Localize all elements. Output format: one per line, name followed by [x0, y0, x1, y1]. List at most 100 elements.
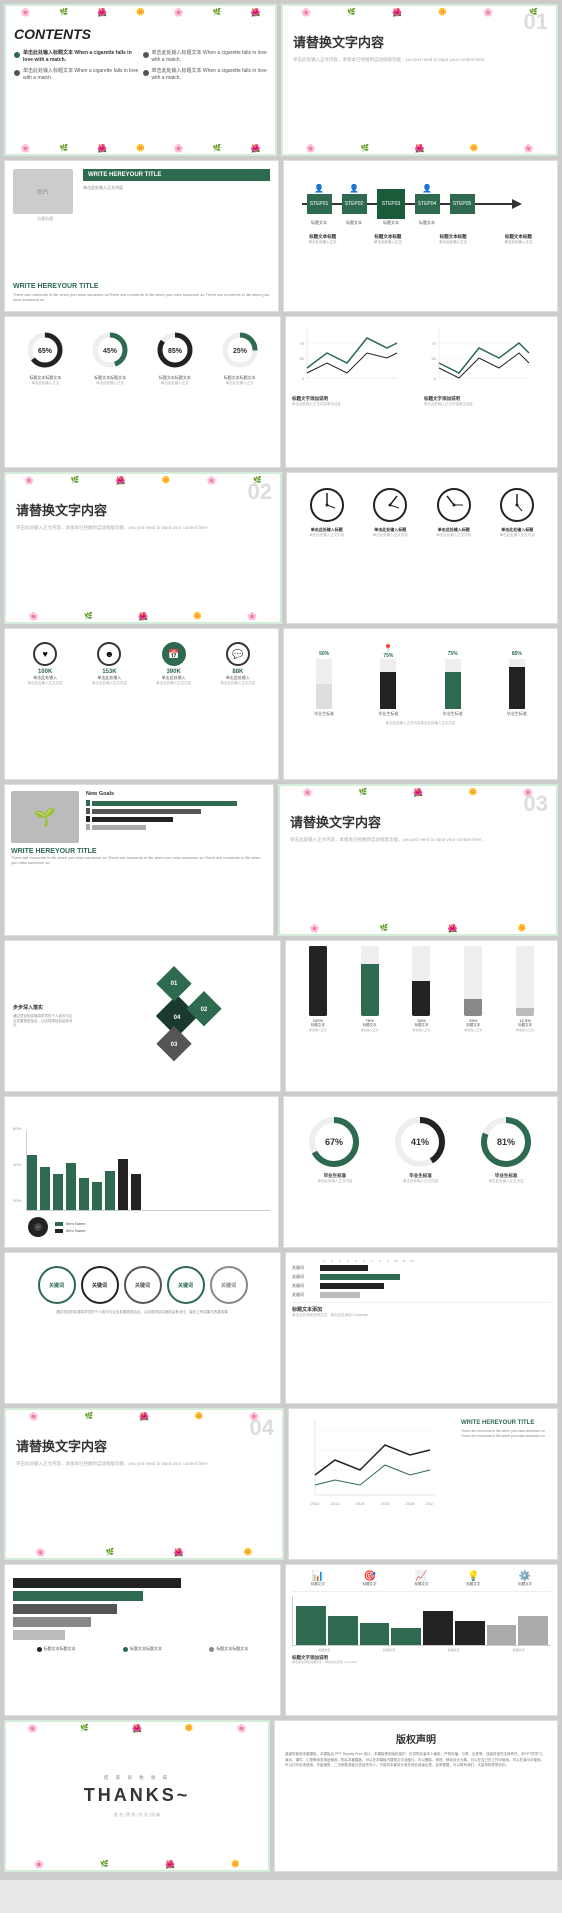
combo-bar-1 [296, 1606, 326, 1645]
svg-text:75: 75 [300, 341, 305, 346]
copyright-title: 版权声明 [285, 1731, 547, 1746]
line-svg-left: 0 50 75 [292, 323, 402, 393]
prog-bottom-text: 单击此处输入正文内容单击此处输入正文内容 [292, 721, 549, 726]
slide-thanks: 🌸🌿🌺🌼🌸 🌸🌿🌺🌼 结 束 语 致 谢 辞 THANKS~ 姓 名 | 院 系… [4, 1720, 270, 1872]
slide-gantt: 1 2 3 4 5 6 7 8 9 10 11 12 关键词 [285, 1252, 558, 1404]
subtitle-01: 单击此处输入正文内容，本版本已经做到自动排版功能，you just need t… [293, 57, 546, 64]
donut3-item-2: 41% 毕业生标准 单击此处输入正文内容 [393, 1115, 448, 1184]
new-goals-title: New Goals [86, 791, 267, 797]
line-chart-right-sub: 单击此处输入正文内容单击此处 [424, 402, 551, 407]
dot-3 [14, 70, 20, 76]
bat-fill-1 [309, 946, 327, 1016]
combo-label-3: 标题文字 [414, 1582, 428, 1587]
stat-sub-1: 单击此处输入正文内容 [23, 681, 68, 686]
gantt-footer-title: 标题文本添加 [292, 1306, 551, 1313]
donut3-svg-3: 81% [479, 1115, 534, 1170]
gantt-x-2: 2 [328, 1259, 336, 1263]
slide-title-03: 🌸🌿🌺🌼🌸 🌸🌿🌺🌼 03 请替换文字内容 单击此处输入正文内容，本版本已经做到… [278, 784, 558, 936]
gantt-x-6: 6 [360, 1259, 368, 1263]
thanks-cn: 结 束 语 致 谢 辞 [104, 1775, 170, 1781]
hbar-fill-1 [13, 1578, 181, 1588]
hbar-fill-3 [13, 1604, 117, 1614]
diamond-svg: 04 01 02 03 [112, 966, 242, 1066]
copyright-text: 感谢您使用本套模板，本模板由 PPT Royalty Free 设计。本模板受到… [285, 1752, 547, 1769]
goal-bar-marker-4 [86, 824, 90, 830]
donut-sub-3: 单击此处输入正文 [155, 381, 195, 386]
title-01: 请替换文字内容 [293, 32, 546, 51]
icon-bar-i2: 🎯 标题文字 [363, 1571, 377, 1587]
combo-y-4: 标题文字 [513, 1648, 525, 1652]
clock-sub-3: 单击此处输入正文内容 [429, 533, 479, 538]
hbar-fill-2 [13, 1591, 143, 1601]
clock-item-3: 单击此处输入标题 单击此处输入正文内容 [429, 486, 479, 538]
icon-bar-i4: 💡 标题文字 [466, 1571, 480, 1587]
bat-sub-4: 单击输入正文 [456, 1028, 491, 1032]
slide-new-goals: 🌱 New Goals [4, 784, 274, 936]
row-3: 65% 标题文本标题文本 单击此处输入正文 45% 标题文本标题文本 单击此处输… [4, 316, 558, 468]
bat-sub-3: 单击输入正文 [404, 1028, 439, 1032]
gantt-x-4: 4 [344, 1259, 352, 1263]
svg-text:2016: 2016 [406, 1501, 416, 1506]
slide-copyright: 版权声明 感谢您使用本套模板，本模板由 PPT Royalty Free 设计。… [274, 1720, 558, 1872]
item2-main: 单击此处输入标题文本 When a cigarette falls in lov… [152, 50, 268, 64]
clock-svg-2 [371, 486, 409, 524]
combo-label-1: 标题文字 [311, 1582, 325, 1587]
slide-title-02: 🌸🌿🌺🌼🌸🌿 🌸🌿🌺🌼🌸 02 请替换文字内容 单击此处输入正文内容，本版本已经… [4, 472, 282, 624]
donut3-sub-1: 单击此处输入正文内容 [307, 1179, 362, 1184]
prog-bar-fill-2 [380, 672, 396, 710]
subtitle-04: 单击此处输入正文内容，本版本已经做到自动排版功能，you just need t… [16, 1461, 272, 1468]
row-6: 🌱 New Goals [4, 784, 558, 936]
svg-text:45%: 45% [103, 348, 118, 355]
clock-svg-4 [498, 486, 536, 524]
svg-text:标题文本: 标题文本 [346, 219, 362, 225]
svg-text:STEP03: STEP03 [382, 201, 401, 207]
goal-bar-1 [86, 800, 267, 806]
item4-main: 单击此处输入标题文本 When a cigarette falls in lov… [152, 68, 268, 82]
detail-line-svg: 2012 2013 2014 2015 2016 2017 [295, 1415, 440, 1515]
content-item-4: 单击此处输入标题文本 When a cigarette falls in lov… [143, 68, 268, 82]
row-5: ♥ 100K 单击此处输入 单击此处输入正文内容 ☻ 153K 单击此处输入 单… [4, 628, 558, 780]
clock-item-1: 单击此处输入标题 单击此处输入正文内容 [302, 486, 352, 538]
svg-text:标题文本: 标题文本 [311, 219, 327, 225]
icon-stat-4: 💬 88K 单击此处输入 单击此处输入正文内容 [215, 642, 260, 686]
donut-svg-4: 25% [220, 330, 260, 370]
slide-horiz-bars: 标题文本标题文本 标题文本标题文本 标题文本标题文本 [4, 1564, 281, 1716]
row-12: 🌸🌿🌺🌼🌸 🌸🌿🌺🌼 结 束 语 致 谢 辞 THANKS~ 姓 名 | 院 系… [4, 1720, 558, 1872]
combo-bar-7 [487, 1625, 517, 1645]
gantt-row-2: 关键词 [292, 1274, 551, 1280]
goal-bar-fill-1 [92, 801, 237, 806]
bat-sub-5: 单击输入正文 [508, 1028, 543, 1032]
combo-bar-5 [423, 1611, 453, 1645]
bat-fill-5 [516, 1008, 534, 1016]
svg-text:👤: 👤 [349, 183, 359, 193]
legend-green [55, 1222, 63, 1226]
gantt-bar-1 [320, 1265, 368, 1271]
tag-5: 关键词 [210, 1266, 248, 1304]
step-sub-4: 单击此处输入正文 [488, 240, 549, 245]
hbar-leg-1: 标题文本标题文本 [37, 1646, 76, 1652]
prog-pct-3: 75% [448, 651, 458, 657]
title-02: 请替换文字内容 [16, 500, 270, 519]
subtitle-02: 单击此处输入正文内容，本版本已经做到自动排版功能，you just need t… [16, 525, 270, 532]
line-chart-left-sub: 单击此处输入正文内容单击此处 [292, 402, 419, 407]
hbar-5 [13, 1630, 272, 1640]
combo-y-1: 标题文字 [318, 1648, 330, 1652]
bat-bar-1 [309, 946, 327, 1016]
icon-circle-3: 📅 [162, 642, 186, 666]
row-4: 🌸🌿🌺🌼🌸🌿 🌸🌿🌺🌼🌸 02 请替换文字内容 单击此处输入正文内容，本版本已经… [4, 472, 558, 624]
svg-text:2012: 2012 [311, 1501, 321, 1506]
battery-5: 12.5% 标题文本 单击输入正文 [508, 946, 543, 1032]
bat-fill-4 [464, 999, 482, 1017]
goal-bar-fill-2 [92, 809, 201, 814]
dot-1 [14, 52, 20, 58]
write-text: There are moments in life when you miss … [13, 292, 270, 303]
prog-bar-bg-1 [316, 659, 332, 709]
hbar-3 [13, 1604, 272, 1614]
bat-fill-2 [361, 964, 379, 1017]
slide-num-02: 02 [248, 479, 272, 505]
bar-3 [53, 1174, 63, 1210]
gantt-x-8: 8 [376, 1259, 384, 1263]
prog-bar-fill-1 [316, 684, 332, 709]
goal-bar-3 [86, 816, 267, 822]
gantt-bar-4 [320, 1292, 360, 1298]
